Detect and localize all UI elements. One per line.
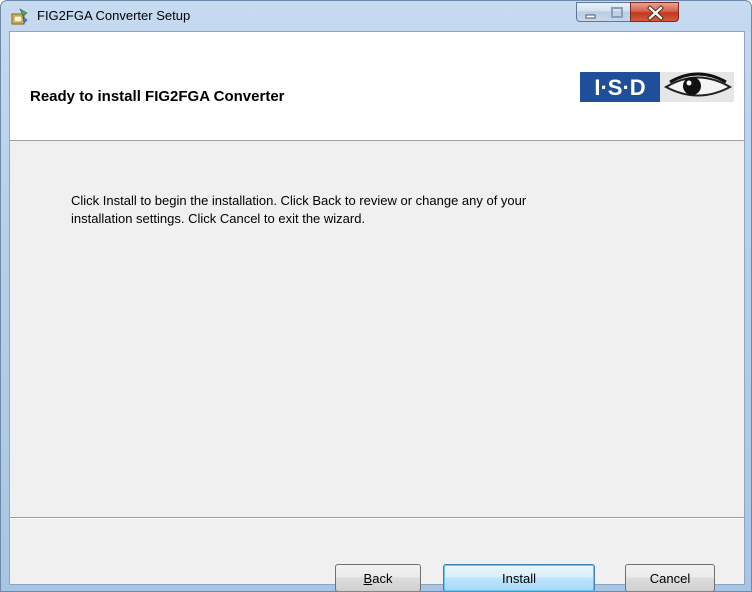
cancel-button[interactable]: Cancel (625, 564, 715, 591)
wizard-client-area: Ready to install FIG2FGA Converter I·S·D… (9, 31, 745, 591)
close-button[interactable] (630, 2, 679, 22)
installer-icon (11, 8, 28, 25)
close-icon (647, 5, 664, 21)
description-line-2: installation settings. Click Cancel to e… (71, 211, 366, 226)
back-button-label: Back (363, 570, 393, 586)
setup-window: FIG2FGA Converter Setup Ready to install… (0, 0, 752, 592)
maximize-button[interactable] (603, 2, 631, 22)
title-bar[interactable]: FIG2FGA Converter Setup (1, 1, 751, 31)
cancel-button-label: Cancel (649, 570, 691, 586)
description-line-1: Click Install to begin the installation.… (71, 193, 527, 208)
minimize-button[interactable] (576, 2, 604, 22)
back-button[interactable]: Back (335, 564, 421, 591)
install-button[interactable]: Install (443, 564, 595, 591)
minimize-icon (585, 14, 596, 19)
window-title: FIG2FGA Converter Setup (37, 8, 191, 23)
maximize-icon (611, 7, 623, 18)
isd-logo: I·S·D (580, 72, 734, 102)
page-title: Ready to install FIG2FGA Converter (30, 88, 285, 105)
description-text: Click Install to begin the installation.… (71, 192, 691, 228)
footer-separator (10, 517, 744, 519)
install-button-label: Install (502, 570, 536, 586)
wizard-banner: Ready to install FIG2FGA Converter I·S·D (10, 32, 744, 141)
svg-text:I·S·D: I·S·D (594, 75, 645, 100)
